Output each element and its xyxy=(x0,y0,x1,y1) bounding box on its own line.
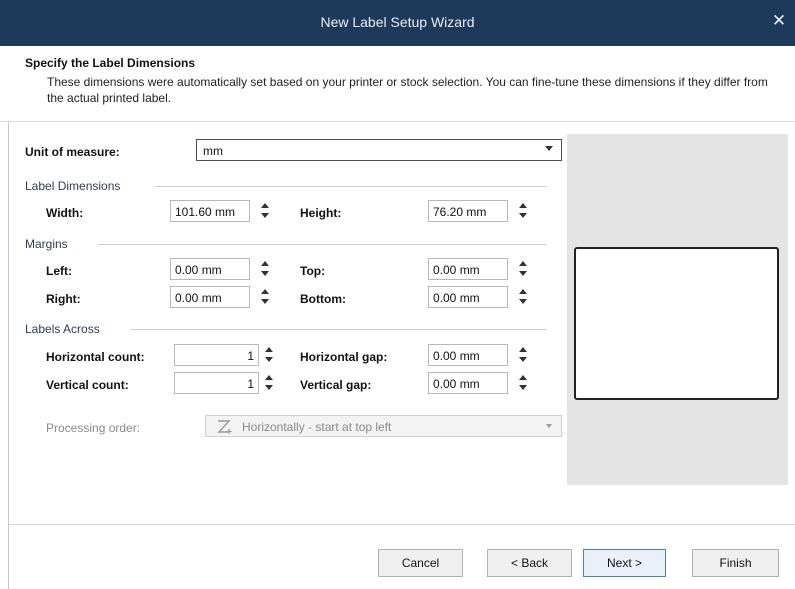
chevron-down-icon xyxy=(545,146,553,151)
label-preview xyxy=(574,247,779,400)
vertical-gap-label: Vertical gap: xyxy=(300,378,372,392)
horizontal-gap-stepper[interactable]: 0.00 mm xyxy=(428,344,538,366)
finish-button[interactable]: Finish xyxy=(692,549,779,577)
right-margin-label: Right: xyxy=(46,292,81,306)
page-description: These dimensions were automatically set … xyxy=(47,75,768,105)
arrow-up-icon[interactable] xyxy=(519,375,527,380)
left-margin-label: Left: xyxy=(46,264,72,278)
arrow-up-icon[interactable] xyxy=(265,375,273,380)
arrow-down-icon[interactable] xyxy=(519,385,527,390)
processing-order-value: Horizontally - start at top left xyxy=(242,420,392,434)
left-margin-stepper[interactable]: 0.00 mm xyxy=(170,258,280,280)
horizontal-count-input[interactable]: 1 xyxy=(174,344,259,366)
height-value: 76.20 mm xyxy=(433,205,487,219)
horizontal-gap-label: Horizontal gap: xyxy=(300,350,388,364)
title-bar: New Label Setup Wizard ✕ xyxy=(0,0,795,46)
window-title: New Label Setup Wizard xyxy=(320,14,475,30)
wizard-body: Unit of measure: mm Label Dimensions Wid… xyxy=(8,122,795,589)
top-margin-stepper[interactable]: 0.00 mm xyxy=(428,258,538,280)
vertical-count-label: Vertical count: xyxy=(46,378,129,392)
page-title: Specify the Label Dimensions xyxy=(25,56,196,70)
horizontal-count-value: 1 xyxy=(247,349,254,363)
arrow-up-icon[interactable] xyxy=(519,289,527,294)
arrow-up-icon[interactable] xyxy=(261,261,269,266)
arrow-up-icon[interactable] xyxy=(519,261,527,266)
vertical-count-stepper[interactable]: 1 xyxy=(174,372,284,394)
vertical-count-value: 1 xyxy=(247,377,254,391)
width-stepper[interactable]: 101.60 mm xyxy=(170,200,280,222)
top-margin-label: Top: xyxy=(300,264,326,278)
vertical-gap-spin-buttons[interactable] xyxy=(515,372,531,394)
width-spin-buttons[interactable] xyxy=(257,200,273,222)
arrow-down-icon[interactable] xyxy=(519,271,527,276)
arrow-up-icon[interactable] xyxy=(261,289,269,294)
bottom-margin-input[interactable]: 0.00 mm xyxy=(428,286,508,308)
section-divider xyxy=(98,244,547,245)
vertical-gap-stepper[interactable]: 0.00 mm xyxy=(428,372,538,394)
arrow-down-icon[interactable] xyxy=(261,271,269,276)
arrow-down-icon[interactable] xyxy=(519,213,527,218)
back-button[interactable]: < Back xyxy=(487,549,572,577)
arrow-up-icon[interactable] xyxy=(519,347,527,352)
cancel-button[interactable]: Cancel xyxy=(378,549,463,577)
width-label: Width: xyxy=(46,206,84,220)
arrow-down-icon[interactable] xyxy=(519,357,527,362)
processing-order-select[interactable]: Horizontally - start at top left xyxy=(205,415,562,437)
height-spin-buttons[interactable] xyxy=(515,200,531,222)
horizontal-count-spin-buttons[interactable] xyxy=(261,344,277,366)
margins-heading: Margins xyxy=(25,237,68,251)
unit-of-measure-value: mm xyxy=(203,144,223,158)
processing-order-label: Processing order: xyxy=(46,421,141,435)
labels-across-heading: Labels Across xyxy=(25,322,100,336)
arrow-up-icon[interactable] xyxy=(519,203,527,208)
footer-divider xyxy=(9,524,795,525)
right-margin-input[interactable]: 0.00 mm xyxy=(170,286,250,308)
bottom-margin-value: 0.00 mm xyxy=(433,291,480,305)
right-margin-value: 0.00 mm xyxy=(175,291,222,305)
left-margin-spin-buttons[interactable] xyxy=(257,258,273,280)
vertical-gap-input[interactable]: 0.00 mm xyxy=(428,372,508,394)
arrow-down-icon[interactable] xyxy=(265,385,273,390)
right-margin-spin-buttons[interactable] xyxy=(257,286,273,308)
arrow-up-icon[interactable] xyxy=(261,203,269,208)
section-divider xyxy=(130,329,547,330)
section-divider xyxy=(155,186,547,187)
horizontal-gap-spin-buttons[interactable] xyxy=(515,344,531,366)
horizontal-count-stepper[interactable]: 1 xyxy=(174,344,284,366)
top-margin-value: 0.00 mm xyxy=(433,263,480,277)
horizontal-gap-value: 0.00 mm xyxy=(433,349,480,363)
close-icon[interactable]: ✕ xyxy=(769,11,789,31)
top-margin-spin-buttons[interactable] xyxy=(515,258,531,280)
arrow-down-icon[interactable] xyxy=(265,357,273,362)
height-stepper[interactable]: 76.20 mm xyxy=(428,200,538,222)
vertical-gap-value: 0.00 mm xyxy=(433,377,480,391)
width-value: 101.60 mm xyxy=(175,205,236,219)
arrow-up-icon[interactable] xyxy=(265,347,273,352)
next-button[interactable]: Next > xyxy=(583,549,666,577)
chevron-down-icon xyxy=(546,424,552,428)
wizard-header: Specify the Label Dimensions These dimen… xyxy=(0,46,795,122)
vertical-count-input[interactable]: 1 xyxy=(174,372,259,394)
vertical-count-spin-buttons[interactable] xyxy=(261,372,277,394)
label-preview-panel xyxy=(567,134,788,485)
arrow-down-icon[interactable] xyxy=(519,299,527,304)
right-margin-stepper[interactable]: 0.00 mm xyxy=(170,286,280,308)
arrow-down-icon[interactable] xyxy=(261,213,269,218)
unit-of-measure-select[interactable]: mm xyxy=(196,139,562,161)
horizontal-count-label: Horizontal count: xyxy=(46,350,145,364)
bottom-margin-spin-buttons[interactable] xyxy=(515,286,531,308)
bottom-margin-stepper[interactable]: 0.00 mm xyxy=(428,286,538,308)
top-margin-input[interactable]: 0.00 mm xyxy=(428,258,508,280)
left-margin-input[interactable]: 0.00 mm xyxy=(170,258,250,280)
width-input[interactable]: 101.60 mm xyxy=(170,200,250,222)
left-margin-value: 0.00 mm xyxy=(175,263,222,277)
height-label: Height: xyxy=(300,206,342,220)
height-input[interactable]: 76.20 mm xyxy=(428,200,508,222)
label-dimensions-heading: Label Dimensions xyxy=(25,179,121,193)
arrow-down-icon[interactable] xyxy=(261,299,269,304)
unit-of-measure-label: Unit of measure: xyxy=(25,145,120,159)
z-order-icon xyxy=(217,420,232,434)
horizontal-gap-input[interactable]: 0.00 mm xyxy=(428,344,508,366)
bottom-margin-label: Bottom: xyxy=(300,292,346,306)
